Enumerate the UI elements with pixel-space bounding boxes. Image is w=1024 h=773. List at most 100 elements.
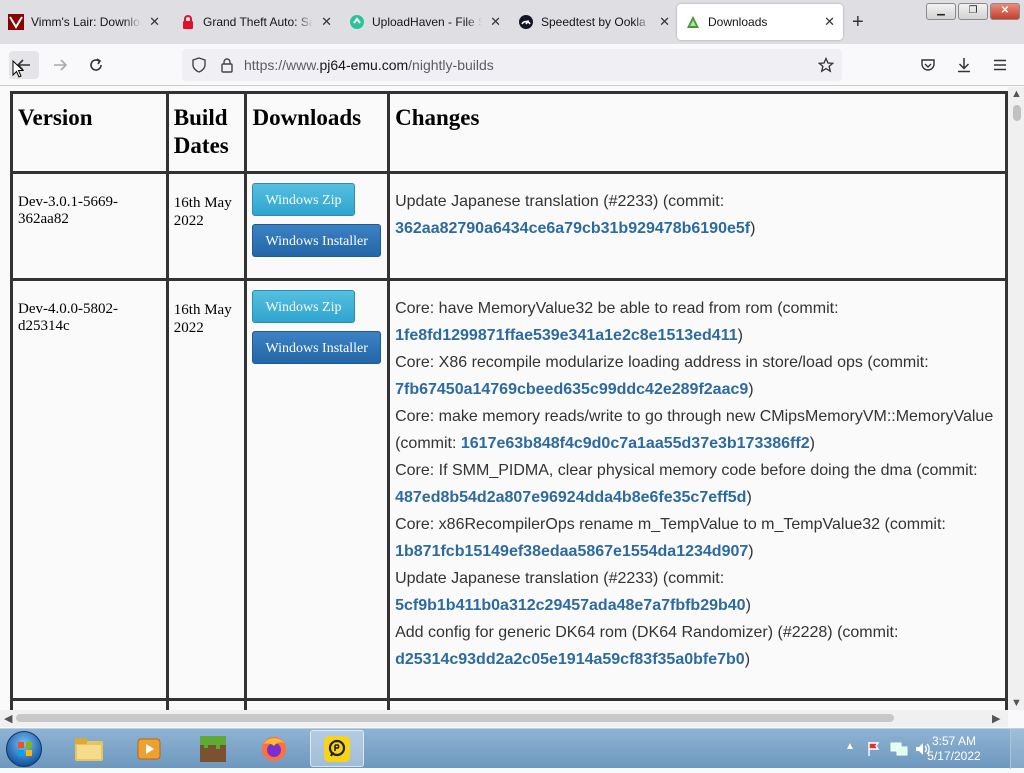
vimm-icon [8,14,24,30]
change-entry: Update Japanese translation (#2233) (com… [395,188,1000,242]
start-button[interactable] [6,731,42,767]
horizontal-scroll-thumb[interactable] [16,714,894,722]
vertical-scrollbar[interactable]: ▲ ▼ [1008,87,1024,710]
tab-uploadhaven[interactable]: UploadHaven - File Sharing ✕ [341,4,509,40]
commit-link[interactable]: 7fb67450a14769cbeed635c99ddc42e289f2aac9 [395,381,748,398]
empty-cell [165,698,248,710]
taskbar-active-app[interactable] [310,730,364,767]
taskbar-firefox[interactable] [247,730,301,767]
show-hidden-icons-icon[interactable]: ▲ [845,741,855,752]
page-content: Version Build Dates Downloads Changes De… [0,87,1008,710]
commit-link[interactable]: 1fe8fd1299871ffae539e341a1e2c8e1513ed411 [395,327,738,344]
table-header-row: Version Build Dates Downloads Changes [10,91,1008,174]
horizontal-scrollbar[interactable]: ◀ ▶ [0,710,1008,727]
scroll-right-arrow-icon[interactable]: ▶ [992,712,1000,725]
change-entry: Core: x86RecompilerOps rename m_TempValu… [395,511,1000,565]
minimize-button[interactable]: ▁ [926,3,956,20]
vertical-scroll-thumb[interactable] [1013,105,1021,121]
tab-title: Vimm's Lair: Download [31,15,141,29]
url-bar[interactable]: https://www.pj64-emu.com/nightly-builds [182,49,842,81]
header-changes: Changes [387,91,1008,174]
scroll-down-arrow-icon[interactable]: ▼ [1011,697,1022,709]
tracking-protection-icon[interactable] [191,57,207,73]
pj64-icon [685,14,701,30]
forward-button[interactable] [48,53,72,77]
change-text: Update Japanese translation (#2233) (com… [395,193,725,210]
pocket-button[interactable] [916,53,940,77]
change-text: Core: make memory reads/write to go thro… [395,408,994,425]
commit-link[interactable]: 1617e63b848f4c9d0c7a1aa55d37e3b173386ff2 [461,435,810,452]
action-center-flag-icon[interactable] [866,741,882,757]
close-paren: ) [737,327,743,344]
change-text: Add config for generic DK64 rom (DK64 Ra… [395,624,899,641]
downloads-cell: Windows Zip Windows Installer [244,171,391,281]
header-build-dates: Build Dates [165,91,248,174]
show-desktop-button[interactable] [1010,729,1024,769]
date-cell: 16th May 2022 [165,278,248,701]
change-entry: Core: have MemoryValue32 be able to read… [395,295,1000,349]
close-tab-icon[interactable]: ✕ [490,15,501,29]
change-entry: Core: make memory reads/write to go thro… [395,403,1000,457]
commit-link[interactable]: 5cf9b1b411b0a312c29457ada48e7a7fbfb29b40 [395,597,745,614]
change-entry: Update Japanese translation (#2233) (com… [395,565,1000,619]
tab-gta-san-andreas[interactable]: Grand Theft Auto: San Andreas ✕ [172,4,340,40]
windows-installer-button[interactable]: Windows Installer [252,224,381,257]
close-tab-icon[interactable]: ✕ [321,15,332,29]
window-controls: ▁ ❐ ✕ [926,3,1020,20]
navigation-bar: https://www.pj64-emu.com/nightly-builds [0,44,1024,86]
clock-time: 3:57 AM [931,734,977,748]
change-text: Core: have MemoryValue32 be able to read… [395,300,839,317]
commit-link[interactable]: 1b871fcb15149ef38edaa5867e1554da1234d907 [395,543,748,560]
mouse-cursor-icon [12,60,25,78]
media-player-icon [137,738,161,759]
tab-title: Downloads [708,15,768,29]
url-path: /nightly-builds [408,57,494,73]
close-paren: ) [748,543,754,560]
commit-link[interactable]: d25314c93dd2a2c05e1914a59cf83f35a0bfe7b0 [395,651,745,668]
change-entry: Add config for generic DK64 rom (DK64 Ra… [395,619,1000,673]
windows-installer-button[interactable]: Windows Installer [252,331,381,364]
system-clock[interactable]: 3:57 AM 5/17/2022 [924,734,984,764]
commit-link[interactable]: 487ed8b54d2a807e96924dda4b8e6fe35c7eff5d [395,489,746,506]
reload-button[interactable] [84,53,108,77]
change-text: Core: X86 recompile modularize loading a… [395,354,929,371]
close-tab-icon[interactable]: ✕ [149,15,160,29]
date-cell: 16th May 2022 [165,171,248,281]
scroll-up-arrow-icon[interactable]: ▲ [1011,88,1022,100]
menu-button[interactable] [988,53,1012,77]
close-window-button[interactable]: ✕ [990,3,1020,20]
header-version: Version [10,91,169,174]
reload-icon [90,58,102,71]
tab-vimms-lair[interactable]: Vimm's Lair: Download ✕ [0,4,168,40]
close-paren: ) [744,651,751,668]
windows-zip-button[interactable]: Windows Zip [252,290,355,323]
folder-icon [75,737,103,761]
uploadhaven-icon [349,14,365,30]
version-cell: Dev-4.0.0-5802-d25314c [10,278,169,701]
restore-button[interactable]: ❐ [958,3,988,20]
forward-arrow-icon [54,59,68,71]
taskbar-minecraft[interactable] [186,730,240,767]
speedtest-icon [518,14,534,30]
empty-cell [244,698,391,710]
taskbar-file-explorer[interactable] [62,730,116,767]
new-tab-button[interactable]: + [852,12,864,32]
url-text[interactable]: https://www.pj64-emu.com/nightly-builds [244,57,494,73]
close-tab-icon[interactable]: ✕ [824,15,835,29]
change-entry: Core: If SMM_PIDMA, clear physical memor… [395,457,1000,511]
downloads-button[interactable] [952,53,976,77]
tab-downloads[interactable]: Downloads ✕ [677,4,843,40]
close-tab-icon[interactable]: ✕ [659,15,670,29]
windows-zip-button[interactable]: Windows Zip [252,183,355,216]
tab-title: Speedtest by Ookla - The Global [541,15,651,29]
nightly-builds-table: Version Build Dates Downloads Changes De… [10,91,1008,710]
bookmark-star-icon[interactable] [818,57,834,73]
close-paren: ) [750,220,756,237]
commit-link[interactable]: 362aa82790a6434ce6a79cb31b929478b6190e5f [395,220,750,237]
tab-speedtest[interactable]: Speedtest by Ookla - The Global ✕ [510,4,678,40]
taskbar-media-player[interactable] [122,730,176,767]
network-icon[interactable] [890,741,908,757]
lock-icon[interactable] [219,57,235,73]
scroll-left-arrow-icon[interactable]: ◀ [4,712,12,725]
empty-cell [387,698,1008,710]
